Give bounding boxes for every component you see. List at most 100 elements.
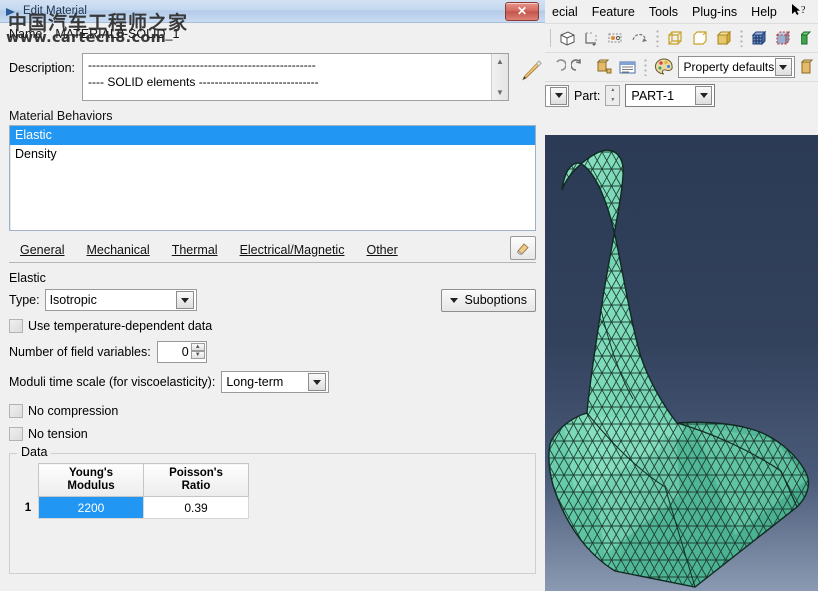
partition-cell-icon[interactable] bbox=[557, 27, 578, 49]
delete-behavior-button[interactable] bbox=[510, 236, 536, 260]
data-group: Data Young's Modulus Poisson's Ratio 1 2… bbox=[9, 445, 536, 574]
part-select[interactable]: PART-1 bbox=[625, 84, 716, 107]
toolbar-primary bbox=[545, 23, 818, 52]
undo-icon[interactable] bbox=[547, 56, 566, 78]
datum-point-icon[interactable] bbox=[605, 27, 626, 49]
elastic-data-table[interactable]: Young's Modulus Poisson's Ratio 1 2200 0… bbox=[18, 463, 249, 519]
field-variables-label: Number of field variables: bbox=[9, 345, 151, 359]
mesh-render-icon[interactable] bbox=[749, 27, 770, 49]
module-value: Property defaults bbox=[683, 60, 775, 74]
datum-plane-icon[interactable] bbox=[581, 27, 602, 49]
tab-general[interactable]: General bbox=[9, 239, 75, 261]
no-tension-row[interactable]: No tension bbox=[9, 427, 545, 441]
no-tension-checkbox[interactable] bbox=[9, 427, 23, 441]
menu-tools[interactable]: Tools bbox=[642, 5, 685, 19]
menu-special-label: ecial bbox=[552, 4, 578, 19]
chevron-down-icon[interactable] bbox=[774, 58, 792, 76]
column-header-poissons-ratio[interactable]: Poisson's Ratio bbox=[143, 463, 249, 497]
youngs-modulus-line1: Young's bbox=[68, 467, 114, 479]
type-select[interactable]: Isotropic bbox=[44, 289, 197, 311]
chevron-down-icon[interactable] bbox=[695, 86, 713, 105]
tab-thermal-label: Thermal bbox=[171, 242, 218, 257]
stepper-buttons[interactable]: ▲ ▼ bbox=[190, 343, 205, 359]
scroll-up-icon[interactable]: ▲ bbox=[492, 54, 508, 69]
module-select[interactable]: Property defaults bbox=[677, 56, 795, 78]
no-compression-checkbox[interactable] bbox=[9, 404, 23, 418]
poissons-ratio-line1: Poisson's bbox=[169, 467, 223, 479]
poissons-ratio-line2: Ratio bbox=[181, 480, 211, 492]
suboptions-button[interactable]: Suboptions bbox=[441, 288, 536, 312]
scroll-down-icon[interactable]: ▼ bbox=[492, 85, 508, 100]
stepper-up-icon[interactable]: ▲ bbox=[190, 343, 205, 351]
material-behaviors-list[interactable]: Elastic Density bbox=[9, 125, 536, 231]
row-index: 1 bbox=[24, 501, 32, 514]
table-row[interactable]: 1 2200 0.39 bbox=[18, 496, 249, 519]
column-header-youngs-modulus[interactable]: Young's Modulus bbox=[38, 463, 144, 497]
wireframe-render-icon[interactable] bbox=[665, 27, 686, 49]
no-compression-label: No compression bbox=[28, 404, 119, 418]
chevron-down-icon[interactable] bbox=[550, 86, 567, 105]
tab-electrical-magnetic-label: Electrical/Magnetic bbox=[239, 242, 345, 257]
toolbar2-dot-separator bbox=[643, 58, 647, 76]
part-stepper-up-icon[interactable]: ▲ bbox=[606, 86, 619, 96]
hidden-line-render-icon[interactable] bbox=[689, 27, 710, 49]
toolbar-separator bbox=[550, 29, 551, 47]
description-input[interactable]: ----------------------------------------… bbox=[82, 53, 509, 101]
field-variables-stepper[interactable]: 0 ▲ ▼ bbox=[156, 341, 207, 363]
redo-icon[interactable] bbox=[570, 56, 589, 78]
temp-dependent-checkbox[interactable] bbox=[9, 319, 23, 333]
description-label: Description: bbox=[9, 61, 75, 75]
type-row: Type: Isotropic Suboptions bbox=[9, 288, 545, 312]
menu-feature-label: Feature bbox=[591, 4, 635, 19]
green-shaded-icon[interactable] bbox=[797, 27, 818, 49]
cell-youngs-modulus[interactable]: 2200 bbox=[38, 496, 144, 519]
dashed-mesh-icon[interactable] bbox=[773, 27, 794, 49]
menubar: ecial Feature Tools Plug-ins Help ? bbox=[545, 0, 818, 23]
model-select[interactable] bbox=[545, 84, 569, 107]
stepper-down-icon[interactable]: ▼ bbox=[190, 351, 205, 359]
temp-dependent-row[interactable]: Use temperature-dependent data bbox=[9, 319, 545, 333]
arrow-question-icon[interactable]: ? bbox=[784, 3, 816, 20]
material-name-value[interactable]: MATERIAL8-SOLID_1 bbox=[55, 27, 179, 41]
moduli-time-scale-select[interactable]: Long-term bbox=[221, 371, 330, 393]
chevron-down-icon[interactable] bbox=[175, 291, 194, 309]
tab-other[interactable]: Other bbox=[355, 239, 408, 261]
part-stepper[interactable]: ▲ ▼ bbox=[605, 85, 621, 106]
part-stepper-down-icon[interactable]: ▼ bbox=[606, 96, 619, 106]
menu-feature[interactable]: Feature bbox=[585, 5, 642, 19]
dialog-app-icon bbox=[4, 4, 20, 18]
section-title-elastic: Elastic bbox=[9, 271, 46, 285]
description-scrollbar[interactable]: ▲ ▼ bbox=[491, 54, 508, 100]
tab-electrical-magnetic[interactable]: Electrical/Magnetic bbox=[229, 239, 356, 261]
sketch-icon[interactable] bbox=[629, 27, 650, 49]
chevron-down-icon[interactable] bbox=[308, 373, 327, 391]
tab-mechanical-label: Mechanical bbox=[86, 242, 150, 257]
cell-poissons-ratio[interactable]: 0.39 bbox=[143, 496, 249, 519]
list-item-density[interactable]: Density bbox=[10, 145, 535, 164]
moduli-time-scale-row: Moduli time scale (for viscoelasticity):… bbox=[9, 371, 545, 393]
no-compression-row[interactable]: No compression bbox=[9, 404, 545, 418]
viewport-3d[interactable] bbox=[545, 135, 818, 591]
section-manager-icon[interactable] bbox=[617, 56, 636, 78]
color-palette-icon[interactable] bbox=[654, 56, 674, 78]
no-tension-label: No tension bbox=[28, 427, 88, 441]
menu-special[interactable]: ecial bbox=[545, 5, 585, 19]
list-item-elastic[interactable]: Elastic bbox=[10, 126, 535, 145]
assign-section-icon[interactable] bbox=[594, 56, 613, 78]
material-library-icon[interactable] bbox=[799, 56, 818, 78]
property-tabbar: General Mechanical Thermal Electrical/Ma… bbox=[9, 236, 536, 263]
close-button[interactable]: ✕ bbox=[505, 2, 539, 21]
chevron-down-icon bbox=[450, 297, 459, 303]
tab-thermal[interactable]: Thermal bbox=[161, 239, 229, 261]
menu-plugins[interactable]: Plug-ins bbox=[685, 5, 744, 19]
menu-help[interactable]: Help bbox=[744, 5, 784, 19]
tab-mechanical[interactable]: Mechanical bbox=[75, 239, 160, 261]
youngs-modulus-line2: Modulus bbox=[67, 480, 115, 492]
material-name-label: Name: bbox=[9, 27, 46, 41]
edit-material-dialog: Edit Material ✕ Name: MATERIAL8-SOLID_1 … bbox=[0, 0, 546, 591]
description-text: ----------------------------------------… bbox=[88, 58, 319, 89]
moduli-time-scale-label: Moduli time scale (for viscoelasticity): bbox=[9, 375, 216, 389]
toolbar-secondary: Property defaults bbox=[545, 52, 818, 81]
edit-description-button[interactable] bbox=[516, 53, 544, 89]
shaded-render-icon[interactable] bbox=[713, 27, 734, 49]
